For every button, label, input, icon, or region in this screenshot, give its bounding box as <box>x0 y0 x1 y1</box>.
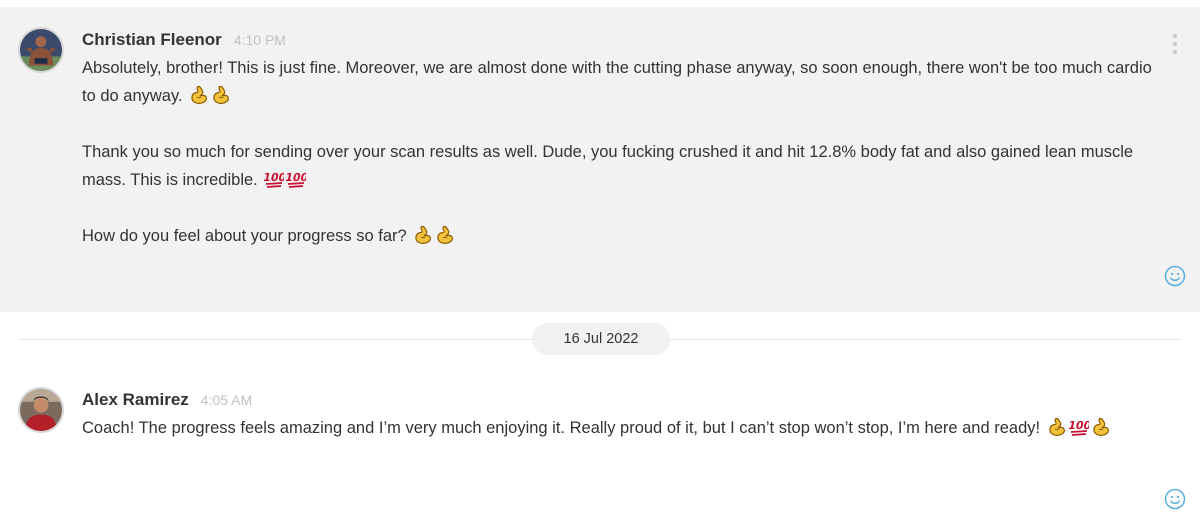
message-body: Coach! The progress feels amazing and I’… <box>82 414 1162 442</box>
author-name[interactable]: Alex Ramirez <box>82 390 189 410</box>
message-paragraph: Absolutely, brother! This is just fine. … <box>82 54 1162 110</box>
vertical-ellipsis-icon[interactable] <box>1172 34 1178 58</box>
flexed-biceps-icon <box>1091 417 1111 437</box>
date-label: 16 Jul 2022 <box>532 323 670 355</box>
flexed-biceps-icon <box>435 225 455 245</box>
hundred-points-icon <box>1068 417 1089 437</box>
message-paragraph: Thank you so much for sending over your … <box>82 138 1162 194</box>
smiley-face-icon[interactable] <box>1164 265 1186 287</box>
flexed-biceps-icon <box>211 85 231 105</box>
message-header: Christian Fleenor 4:10 PM <box>82 30 286 50</box>
message-header: Alex Ramirez 4:05 AM <box>82 390 252 410</box>
avatar[interactable] <box>18 387 64 433</box>
hundred-points-icon <box>286 169 307 189</box>
message-paragraph: Coach! The progress feels amazing and I’… <box>82 414 1162 442</box>
message-text: Coach! The progress feels amazing and I’… <box>82 419 1041 437</box>
message-timestamp: 4:10 PM <box>233 32 286 48</box>
message-timestamp: 4:05 AM <box>200 392 253 408</box>
message-text: Thank you so much for sending over your … <box>82 143 1134 189</box>
message-item: Alex Ramirez 4:05 AM Coach! The progress… <box>0 372 1200 527</box>
flexed-biceps-icon <box>189 85 209 105</box>
flexed-biceps-icon <box>1047 417 1067 437</box>
hundred-points-icon <box>264 169 285 189</box>
message-paragraph: How do you feel about your progress so f… <box>82 222 1162 250</box>
message-item: Christian Fleenor 4:10 PM Absolutely, br… <box>0 7 1200 312</box>
smiley-face-icon[interactable] <box>1164 488 1186 510</box>
author-name[interactable]: Christian Fleenor <box>82 30 222 50</box>
message-text: How do you feel about your progress so f… <box>82 227 407 245</box>
message-text: Absolutely, brother! This is just fine. … <box>82 59 1152 105</box>
avatar[interactable] <box>18 27 64 73</box>
flexed-biceps-icon <box>413 225 433 245</box>
date-divider: 16 Jul 2022 <box>20 323 1180 355</box>
message-body: Absolutely, brother! This is just fine. … <box>82 54 1162 250</box>
